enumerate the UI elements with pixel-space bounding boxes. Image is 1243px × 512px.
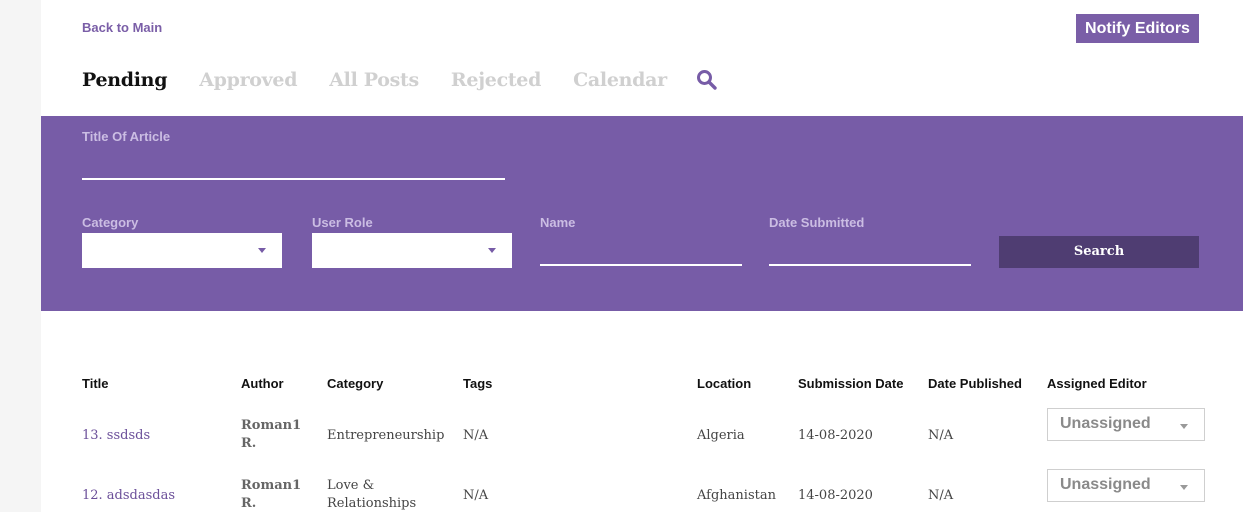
row-location: Afghanistan (697, 488, 776, 503)
date-submitted-filter-label: Date Submitted (769, 215, 865, 230)
chevron-down-icon (258, 248, 266, 253)
search-icon[interactable] (695, 68, 719, 92)
title-filter-input[interactable] (82, 178, 505, 180)
row-author-first: Roman1 (241, 418, 302, 433)
row-tags: N/A (463, 488, 489, 503)
row-location: Algeria (697, 428, 745, 443)
tab-pending[interactable]: Pending (82, 69, 167, 91)
row-submission-date: 14-08-2020 (798, 428, 873, 443)
left-gutter (0, 0, 41, 512)
title-filter-label: Title Of Article (82, 129, 171, 144)
assigned-editor-select[interactable]: Unassigned (1047, 408, 1205, 441)
row-date-published: N/A (928, 488, 954, 503)
row-tags: N/A (463, 428, 489, 443)
column-header-category: Category (327, 376, 384, 391)
status-tabs: Pending Approved All Posts Rejected Cale… (82, 64, 719, 96)
chevron-down-icon (488, 248, 496, 253)
category-filter-label: Category (82, 215, 139, 230)
row-category-line1: Love & (327, 478, 375, 493)
column-header-author: Author (241, 376, 284, 391)
assigned-editor-select[interactable]: Unassigned (1047, 469, 1205, 502)
tab-approved[interactable]: Approved (199, 69, 297, 91)
back-to-main-link[interactable]: Back to Main (82, 20, 162, 35)
row-title-link[interactable]: 12. adsdasdas (82, 487, 175, 505)
row-author-last: R. (241, 496, 257, 511)
column-header-submission-date: Submission Date (798, 376, 904, 391)
user-role-filter-label: User Role (312, 215, 373, 230)
row-category: Entrepreneurship (327, 428, 445, 443)
column-header-tags: Tags (463, 376, 493, 391)
column-header-assigned-editor: Assigned Editor (1047, 376, 1147, 391)
category-select[interactable] (82, 233, 282, 268)
name-filter-label: Name (540, 215, 576, 230)
row-author-first: Roman1 (241, 478, 302, 493)
chevron-down-icon (1180, 485, 1188, 490)
row-category-line2: Relationships (327, 496, 417, 511)
row-title-link[interactable]: 13. ssdsds (82, 427, 150, 445)
chevron-down-icon (1180, 424, 1188, 429)
row-author-last: R. (241, 436, 257, 451)
name-filter-input[interactable] (540, 264, 742, 266)
assigned-editor-value: Unassigned (1060, 476, 1151, 493)
tab-calendar[interactable]: Calendar (573, 69, 667, 91)
column-header-location: Location (697, 376, 752, 391)
column-header-title: Title (82, 376, 109, 391)
search-button[interactable]: Search (999, 236, 1199, 268)
notify-editors-button[interactable]: Notify Editors (1076, 14, 1199, 43)
date-submitted-filter-input[interactable] (769, 264, 971, 266)
row-submission-date: 14-08-2020 (798, 488, 873, 503)
column-header-date-published: Date Published (928, 376, 1022, 391)
tab-all-posts[interactable]: All Posts (329, 69, 419, 91)
user-role-select[interactable] (312, 233, 512, 268)
search-filter-panel: Title Of Article Category User Role Name… (41, 116, 1243, 311)
assigned-editor-value: Unassigned (1060, 415, 1151, 432)
row-date-published: N/A (928, 428, 954, 443)
tab-rejected[interactable]: Rejected (451, 69, 541, 91)
